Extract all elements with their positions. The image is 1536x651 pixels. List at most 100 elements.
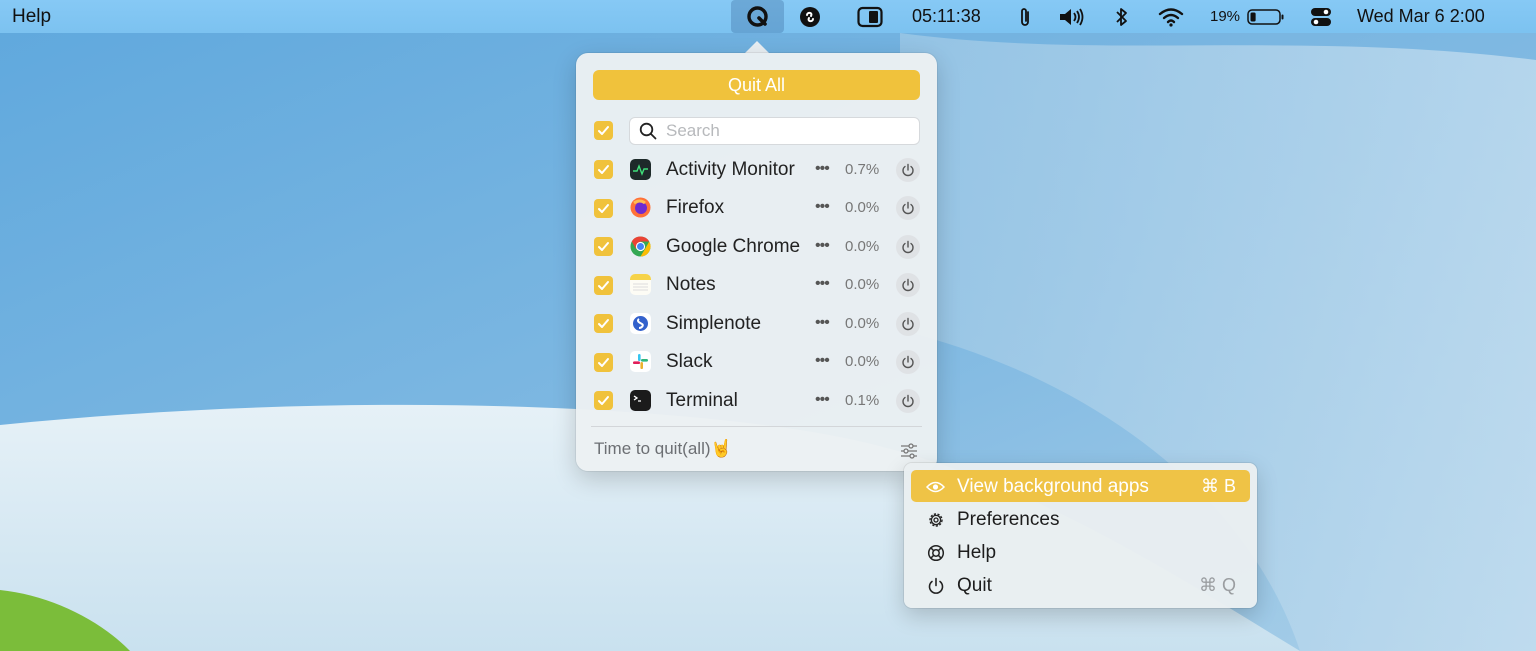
app-cpu-usage: 0.0% bbox=[845, 199, 880, 216]
app-checkbox[interactable] bbox=[594, 314, 613, 333]
menu-item-view-background-apps[interactable]: View background apps ⌘ B bbox=[911, 470, 1250, 502]
firefox-icon bbox=[630, 197, 651, 218]
battery-icon[interactable] bbox=[1247, 0, 1285, 33]
menu-item-label: Quit bbox=[957, 575, 992, 596]
battery-percent[interactable]: 19% bbox=[1210, 0, 1240, 33]
search-field[interactable] bbox=[629, 117, 920, 145]
notes-icon bbox=[630, 274, 651, 295]
checkmark-icon bbox=[598, 242, 609, 251]
menu-item-label: View background apps bbox=[957, 476, 1149, 497]
app-more-button[interactable]: ••• bbox=[815, 237, 830, 255]
lifebuoy-icon bbox=[926, 543, 945, 562]
power-icon bbox=[926, 576, 945, 595]
app-checkbox[interactable] bbox=[594, 353, 613, 372]
eye-icon bbox=[926, 477, 945, 496]
gear-icon bbox=[926, 510, 945, 529]
checkmark-icon bbox=[598, 358, 609, 367]
checkmark-icon bbox=[598, 319, 609, 328]
power-icon bbox=[902, 278, 914, 292]
app-name: Terminal bbox=[666, 390, 738, 411]
checkmark-icon bbox=[598, 204, 609, 213]
app-cpu-usage: 0.0% bbox=[845, 315, 880, 332]
app-name: Firefox bbox=[666, 197, 725, 218]
select-all-checkbox[interactable] bbox=[594, 121, 613, 140]
app-checkbox[interactable] bbox=[594, 160, 613, 179]
app-row-firefox[interactable]: Firefox ••• 0.0% bbox=[576, 189, 937, 227]
app-checkbox[interactable] bbox=[594, 199, 613, 218]
app-more-button[interactable]: ••• bbox=[815, 160, 830, 178]
app-checkbox[interactable] bbox=[594, 237, 613, 256]
app-more-button[interactable]: ••• bbox=[815, 314, 830, 332]
app-quit-button[interactable] bbox=[896, 273, 920, 297]
bluetooth-icon[interactable] bbox=[1113, 0, 1131, 33]
timer-icon[interactable] bbox=[856, 0, 884, 33]
control-center-icon[interactable] bbox=[1310, 0, 1332, 33]
app-quit-button[interactable] bbox=[896, 312, 920, 336]
power-icon bbox=[902, 317, 914, 331]
settings-menu-button[interactable] bbox=[898, 440, 920, 462]
checkmark-icon bbox=[598, 126, 609, 135]
app-quit-button[interactable] bbox=[896, 196, 920, 220]
app-quit-button[interactable] bbox=[896, 389, 920, 413]
checkmark-icon bbox=[598, 396, 609, 405]
app-row-simplenote[interactable]: Simplenote ••• 0.0% bbox=[576, 305, 937, 343]
search-icon bbox=[639, 122, 657, 140]
divider bbox=[591, 426, 922, 427]
app-checkbox[interactable] bbox=[594, 276, 613, 295]
app-name: Simplenote bbox=[666, 313, 762, 334]
quit-all-menubar-button[interactable] bbox=[731, 0, 784, 33]
menu-item-label: Preferences bbox=[957, 509, 1060, 530]
app-more-button[interactable]: ••• bbox=[815, 275, 830, 293]
popover-arrow bbox=[745, 41, 769, 53]
quit-all-button[interactable]: Quit All bbox=[593, 70, 920, 100]
app-checkbox[interactable] bbox=[594, 391, 613, 410]
footer-tagline: Time to quit(all)🤘 bbox=[594, 439, 732, 458]
app-row-terminal[interactable]: Terminal ••• 0.1% bbox=[576, 382, 937, 420]
shazam-icon[interactable] bbox=[798, 0, 822, 33]
app-row-slack[interactable]: Slack ••• 0.0% bbox=[576, 343, 937, 381]
app-quit-button[interactable] bbox=[896, 235, 920, 259]
slack-icon bbox=[630, 351, 651, 372]
menu-item-quit[interactable]: Quit ⌘ Q bbox=[911, 569, 1250, 601]
checkmark-icon bbox=[598, 281, 609, 290]
menubar-clock[interactable]: 05:11:38 bbox=[912, 0, 981, 33]
app-name: Google Chrome bbox=[666, 236, 801, 257]
menu-item-shortcut: ⌘ Q bbox=[1198, 575, 1236, 595]
app-row-google-chrome[interactable]: Google Chrome ••• 0.0% bbox=[576, 228, 937, 266]
menu-item-label: Help bbox=[957, 542, 997, 563]
menu-bar: Help 05:11:38 19% Wed Mar 6 2:00 bbox=[0, 0, 1536, 33]
activity-monitor-icon bbox=[630, 159, 651, 180]
wifi-icon[interactable] bbox=[1158, 0, 1184, 33]
quit-all-popover: Quit All Activity Monitor ••• 0.7% Firef… bbox=[576, 53, 937, 471]
app-cpu-usage: 0.1% bbox=[845, 392, 880, 409]
app-quit-button[interactable] bbox=[896, 350, 920, 374]
app-quit-button[interactable] bbox=[896, 158, 920, 182]
app-more-button[interactable]: ••• bbox=[815, 198, 830, 216]
search-input[interactable] bbox=[666, 121, 906, 141]
quit-all-app-icon bbox=[746, 5, 768, 27]
power-icon bbox=[902, 240, 914, 254]
app-cpu-usage: 0.0% bbox=[845, 353, 880, 370]
app-name: Slack bbox=[666, 351, 713, 372]
app-more-button[interactable]: ••• bbox=[815, 391, 830, 409]
power-icon bbox=[902, 355, 914, 369]
terminal-icon bbox=[630, 390, 651, 411]
settings-context-menu: View background apps ⌘ B Preferences Hel… bbox=[904, 463, 1257, 608]
power-icon bbox=[902, 394, 914, 408]
app-more-button[interactable]: ••• bbox=[815, 352, 830, 370]
checkmark-icon bbox=[598, 165, 609, 174]
app-row-activity-monitor[interactable]: Activity Monitor ••• 0.7% bbox=[576, 151, 937, 189]
app-cpu-usage: 0.0% bbox=[845, 276, 880, 293]
simplenote-icon bbox=[630, 313, 651, 334]
paperclip-icon[interactable] bbox=[1016, 0, 1034, 33]
app-cpu-usage: 0.0% bbox=[845, 238, 880, 255]
menu-item-preferences[interactable]: Preferences bbox=[911, 503, 1250, 535]
menu-help[interactable]: Help bbox=[12, 6, 51, 28]
menu-item-help[interactable]: Help bbox=[911, 536, 1250, 568]
app-name: Notes bbox=[666, 274, 716, 295]
volume-icon[interactable] bbox=[1058, 0, 1086, 33]
power-icon bbox=[902, 163, 914, 177]
app-row-notes[interactable]: Notes ••• 0.0% bbox=[576, 266, 937, 304]
menubar-datetime[interactable]: Wed Mar 6 2:00 bbox=[1357, 0, 1485, 33]
app-cpu-usage: 0.7% bbox=[845, 161, 880, 178]
